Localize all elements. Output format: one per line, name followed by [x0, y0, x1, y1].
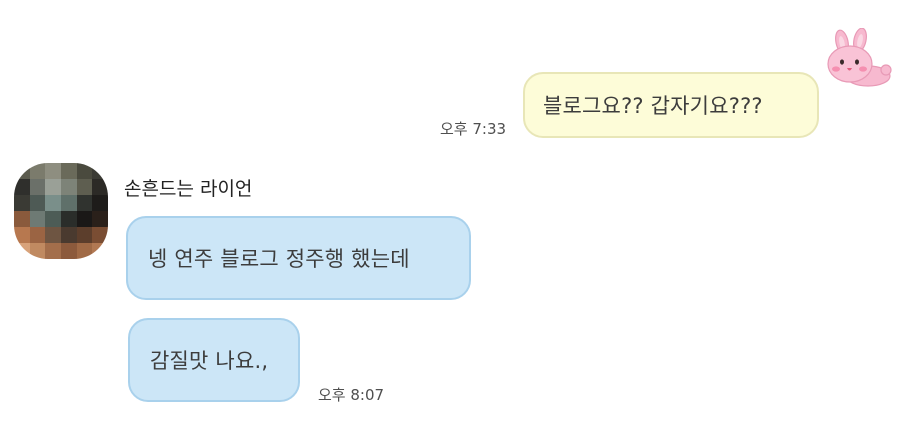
sender-name: 손흔드는 라이언	[124, 178, 253, 200]
chat-window: 오후 7:33 블로그요?? 갑자기요??? 손흔드는 라이언 넹 연주 블로그…	[0, 0, 901, 423]
outgoing-message-text: 블로그요?? 갑자기요???	[543, 94, 763, 118]
bunny-sticker-icon	[827, 28, 892, 87]
incoming-message-text: 넹 연주 블로그 정주행 했는데	[148, 247, 410, 271]
incoming-message-bubble[interactable]: 감질맛 나요.,	[128, 318, 300, 402]
incoming-message-bubble[interactable]: 넹 연주 블로그 정주행 했는데	[126, 216, 471, 300]
outgoing-message-bubble[interactable]: 블로그요?? 갑자기요???	[523, 72, 819, 138]
outgoing-timestamp: 오후 7:33	[440, 120, 507, 138]
incoming-message-text: 감질맛 나요.,	[150, 349, 269, 373]
avatar[interactable]	[14, 163, 108, 259]
incoming-timestamp: 오후 8:07	[318, 386, 385, 404]
